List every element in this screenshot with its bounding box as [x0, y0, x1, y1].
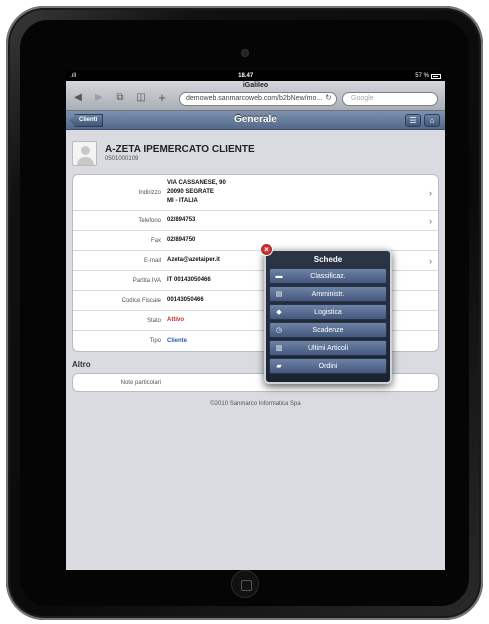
battery-icon	[430, 73, 441, 79]
detail-label: Stato	[146, 317, 161, 324]
popup-title: Schede	[313, 255, 343, 264]
popup-item-scadenze[interactable]: ◷ Scadenze	[269, 322, 387, 338]
detail-label: Telefono	[138, 217, 161, 224]
copyright-footer: ©2010 Sanmarco Informatica Spa	[210, 401, 301, 407]
search-input[interactable]: Google	[342, 92, 438, 106]
screen: .ıll 18.47 57 % iGalileo ◀ ▶ ⧉ ◫ + demow…	[66, 71, 445, 570]
detail-value: 02/894753	[167, 217, 196, 223]
detail-value: IT 00143050466	[167, 277, 211, 283]
popup-item-label: Ultimi Articoli	[307, 344, 349, 352]
detail-label: Codice Fiscale	[121, 297, 161, 304]
detail-row-fax: Fax 02/894750	[73, 231, 438, 251]
detail-label: Indirizzo	[138, 189, 161, 196]
browser-toolbar: iGalileo ◀ ▶ ⧉ ◫ + demoweb.sanmarcoweb.c…	[66, 81, 445, 111]
client-code: 0501000109	[105, 156, 139, 162]
close-icon[interactable]: ×	[260, 243, 273, 256]
detail-label: Tipo	[149, 338, 161, 344]
reload-icon[interactable]: ↻	[325, 93, 332, 102]
detail-value: 00143050466	[167, 297, 204, 303]
chevron-right-icon: ›	[429, 255, 432, 266]
detail-row-telefono[interactable]: Telefono 02/894753 ›	[73, 211, 438, 231]
app-navbar: Clienti Generale ☰ ⌂	[66, 111, 445, 130]
popup-item-label: Scadenze	[312, 326, 344, 334]
schede-popup: × Schede ▬ Classificaz. ▤ Amministr. ◆ L…	[260, 243, 392, 384]
status-bar: .ıll 18.47 57 %	[66, 71, 445, 81]
detail-label: E-mail	[143, 257, 161, 264]
list-menu-button[interactable]: ☰	[405, 114, 421, 127]
page-title: Generale	[234, 114, 277, 125]
detail-value: VIA CASSANESE, 90 20090 SEGRATE MI - ITA…	[167, 176, 226, 209]
avatar	[72, 140, 97, 166]
browser-page-title: iGalileo	[242, 82, 269, 89]
detail-value: 02/894750	[167, 237, 196, 243]
address-line: VIA CASSANESE, 90	[167, 180, 226, 186]
signal-indicator: .ıll	[70, 73, 76, 79]
detail-label: Note particolari	[120, 379, 161, 386]
camera	[241, 50, 248, 56]
popup-item-amministr[interactable]: ▤ Amministr.	[269, 286, 387, 302]
popup-item-label: Logistica	[314, 308, 342, 316]
status-time: 18.47	[238, 73, 254, 79]
type-value: Cliente	[167, 337, 188, 344]
chevron-right-icon: ›	[429, 215, 432, 226]
status-value: Attivo	[167, 317, 184, 323]
back-arrow-icon[interactable]: ◀	[72, 92, 84, 104]
popup-item-label: Ordini	[318, 362, 338, 370]
home-icon: ⌂	[429, 116, 435, 125]
popup-item-label: Classificaz.	[310, 272, 346, 280]
browser-nav: ◀ ▶ ⧉ ◫ +	[72, 91, 168, 104]
popup-item-logistica[interactable]: ◆ Logistica	[269, 304, 387, 320]
url-text: demoweb.sanmarcoweb.com/b2bNew/mo...	[186, 95, 323, 102]
add-icon[interactable]: +	[156, 91, 168, 104]
battery-status: 57 %	[415, 73, 441, 79]
bookmarks-icon[interactable]: ◫	[135, 92, 147, 104]
popup-item-ordini[interactable]: ▰ Ordini	[269, 358, 387, 374]
address-line: MI - ITALIA	[167, 198, 198, 204]
address-line: 20090 SEGRATE	[167, 189, 214, 195]
detail-value: Azeta@azetaiper.it	[167, 257, 220, 263]
home-nav-button[interactable]: ⌂	[424, 114, 440, 127]
forward-arrow-icon[interactable]: ▶	[93, 92, 105, 104]
list-icon: ☰	[409, 116, 417, 125]
detail-label: Fax	[150, 237, 161, 244]
battery-percent: 57 %	[415, 73, 429, 79]
detail-label: Partita IVA	[132, 277, 161, 284]
popup-item-label: Amministr.	[311, 290, 345, 298]
client-info: A-ZETA IPEMERCATO CLIENTE 0501000109	[105, 144, 255, 162]
popup-item-classificaz[interactable]: ▬ Classificaz.	[269, 268, 387, 284]
tabs-icon[interactable]: ⧉	[114, 92, 126, 104]
client-name: A-ZETA IPEMERCATO CLIENTE	[105, 144, 255, 155]
url-field[interactable]: demoweb.sanmarcoweb.com/b2bNew/mo... ↻	[179, 92, 337, 106]
chevron-right-icon: ›	[429, 187, 432, 198]
popup-item-ultimi-articoli[interactable]: ▥ Ultimi Articoli	[269, 340, 387, 356]
client-header: A-ZETA IPEMERCATO CLIENTE 0501000109	[66, 130, 445, 168]
home-button[interactable]	[230, 570, 259, 598]
detail-row-indirizzo[interactable]: Indirizzo VIA CASSANESE, 90 20090 SEGRAT…	[73, 175, 438, 211]
